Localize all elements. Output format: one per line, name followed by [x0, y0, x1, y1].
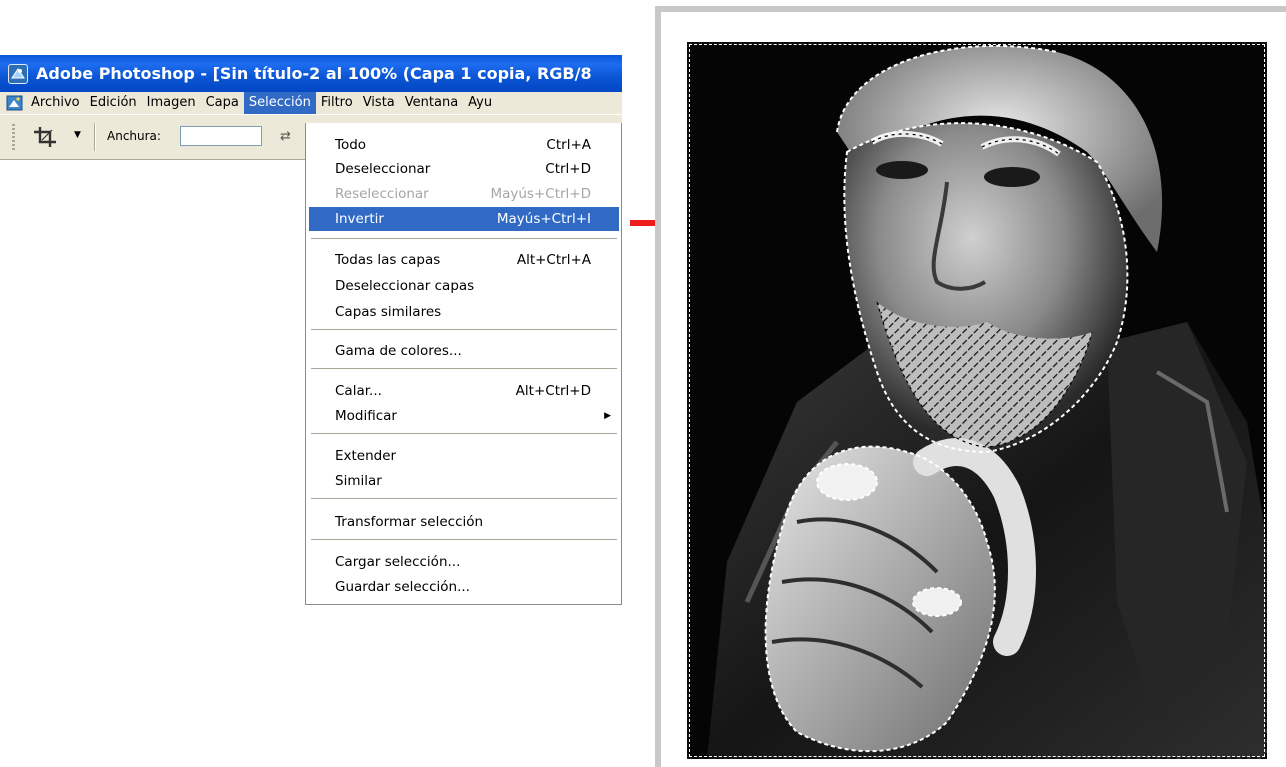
- menu-filtro[interactable]: Filtro: [316, 92, 358, 114]
- menu-item-shortcut: Mayús+Ctrl+I: [496, 211, 591, 227]
- width-input[interactable]: [180, 126, 262, 146]
- menu-item-label: Todas las capas: [335, 252, 441, 268]
- submenu-arrow-icon: ▶: [604, 411, 611, 421]
- menu-item-similar[interactable]: Similar: [309, 469, 619, 493]
- menu-archivo[interactable]: Archivo: [26, 92, 85, 114]
- menu-item-label: Todo: [335, 137, 367, 153]
- menu-item-label: Invertir: [335, 211, 384, 227]
- menu-separator: [311, 238, 617, 240]
- menu-item-calar[interactable]: Calar... Alt+Ctrl+D: [309, 379, 619, 403]
- menu-item-label: Similar: [335, 473, 382, 489]
- menu-item-label: Guardar selección...: [335, 579, 470, 595]
- menu-item-label: Calar...: [335, 383, 382, 399]
- menu-separator: [311, 498, 617, 500]
- document-menu-icon[interactable]: [4, 94, 26, 112]
- menu-item-gama-de-colores[interactable]: Gama de colores...: [309, 339, 619, 363]
- menu-imagen[interactable]: Imagen: [142, 92, 201, 114]
- menu-item-todas-las-capas[interactable]: Todas las capas Alt+Ctrl+A: [309, 248, 619, 272]
- selection-marquee: [687, 42, 1267, 759]
- menu-item-deseleccionar-capas[interactable]: Deseleccionar capas: [309, 274, 619, 298]
- menu-seleccion[interactable]: Selección: [243, 92, 316, 114]
- swap-icon[interactable]: ⇄: [280, 129, 291, 144]
- menu-separator: [311, 368, 617, 370]
- seleccion-dropdown-menu: Todo Ctrl+A Deseleccionar Ctrl+D Reselec…: [305, 123, 622, 605]
- options-divider: [94, 123, 95, 151]
- menu-item-capas-similares[interactable]: Capas similares: [309, 300, 619, 324]
- menu-item-deseleccionar[interactable]: Deseleccionar Ctrl+D: [309, 157, 619, 181]
- menu-item-todo[interactable]: Todo Ctrl+A: [309, 133, 619, 157]
- photoshop-app-icon[interactable]: [8, 63, 28, 84]
- menu-capa[interactable]: Capa: [201, 92, 244, 114]
- tool-preset-chevron-down-icon[interactable]: ▼: [74, 130, 81, 140]
- crop-icon[interactable]: [32, 125, 60, 149]
- menu-item-label: Deseleccionar capas: [335, 278, 475, 294]
- menu-vista[interactable]: Vista: [358, 92, 400, 114]
- toolbar-grip[interactable]: [12, 124, 15, 150]
- menu-item-label: Cargar selección...: [335, 554, 461, 570]
- menu-item-label: Transformar selección: [335, 514, 484, 530]
- photo-paper: [661, 12, 1286, 767]
- menu-item-label: Capas similares: [335, 304, 442, 320]
- menu-item-shortcut: Ctrl+D: [545, 161, 591, 177]
- menu-item-extender[interactable]: Extender: [309, 444, 619, 468]
- menu-item-shortcut: Ctrl+A: [546, 137, 591, 153]
- menu-separator: [311, 433, 617, 435]
- menu-item-reseleccionar: Reseleccionar Mayús+Ctrl+D: [309, 182, 619, 206]
- menu-item-modificar[interactable]: Modificar ▶: [309, 404, 619, 428]
- menu-item-shortcut: Alt+Ctrl+D: [515, 383, 591, 399]
- menu-item-label: Gama de colores...: [335, 343, 462, 359]
- menu-item-label: Extender: [335, 448, 397, 464]
- menu-edicion[interactable]: Edición: [85, 92, 142, 114]
- width-label: Anchura:: [107, 129, 161, 143]
- window-title: Adobe Photoshop - [Sin título-2 al 100% …: [36, 64, 592, 83]
- menu-item-shortcut: Alt+Ctrl+A: [516, 252, 591, 268]
- menu-ventana[interactable]: Ventana: [400, 92, 463, 114]
- menu-item-guardar-seleccion[interactable]: Guardar selección...: [309, 575, 619, 599]
- title-bar: Adobe Photoshop - [Sin título-2 al 100% …: [0, 55, 622, 92]
- photo-frame: [655, 6, 1286, 767]
- menu-item-invertir[interactable]: Invertir Mayús+Ctrl+I: [309, 207, 619, 231]
- menu-item-cargar-seleccion[interactable]: Cargar selección...: [309, 550, 619, 574]
- menu-ayuda[interactable]: Ayu: [463, 92, 497, 114]
- menu-item-label: Deseleccionar: [335, 161, 431, 177]
- menu-item-label: Modificar: [335, 408, 397, 424]
- menu-bar: Archivo Edición Imagen Capa Selección Fi…: [0, 92, 622, 114]
- menu-item-shortcut: Mayús+Ctrl+D: [490, 186, 591, 202]
- menu-separator: [311, 329, 617, 331]
- menu-item-label: Reseleccionar: [335, 186, 429, 202]
- menu-separator: [311, 539, 617, 541]
- menu-item-transformar-seleccion[interactable]: Transformar selección: [309, 510, 619, 534]
